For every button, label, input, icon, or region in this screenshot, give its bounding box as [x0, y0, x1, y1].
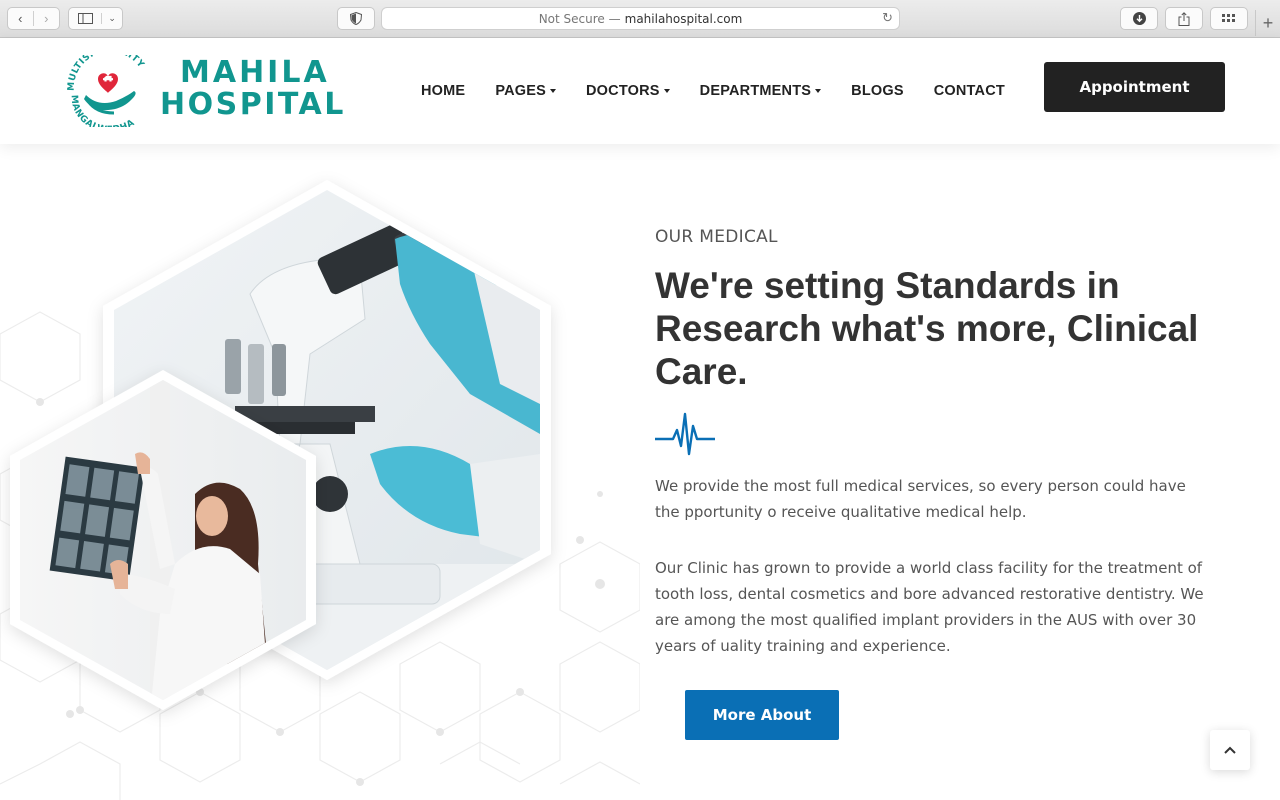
section-eyebrow: OUR MEDICAL [655, 227, 778, 247]
history-buttons: ‹ › [7, 7, 60, 30]
nav-blogs[interactable]: BLOGS [851, 83, 904, 99]
caret-down-icon [663, 89, 670, 93]
hospital-logo[interactable]: MULTISPECIALITY MANGALWEDHA MAHILA HOSPI… [66, 45, 356, 136]
security-label: Not Secure — [538, 11, 621, 26]
appointment-button[interactable]: Appointment [1044, 62, 1225, 112]
nav-doctors-label: DOCTORS [586, 83, 660, 99]
nav-home-label: HOME [421, 83, 466, 99]
download-icon[interactable] [1120, 7, 1158, 30]
sidebar-icon[interactable] [69, 13, 103, 24]
plus-icon[interactable]: + [1255, 10, 1280, 36]
url-domain: mahilahospital.com [624, 11, 743, 26]
share-icon[interactable] [1165, 7, 1203, 30]
intro-paragraph: We provide the most full medical service… [655, 477, 1186, 521]
site-header: MULTISPECIALITY MANGALWEDHA MAHILA HOSPI… [0, 38, 1280, 144]
nav-blogs-label: BLOGS [851, 83, 904, 99]
nav-pages[interactable]: PAGES [495, 83, 557, 99]
logo-line1: MAHILA [180, 55, 330, 90]
chevron-down-icon[interactable]: ⌄ [102, 13, 122, 24]
nav-home[interactable]: HOME [421, 83, 465, 99]
more-about-button[interactable]: More About [685, 690, 839, 740]
caret-down-icon [550, 89, 557, 93]
about-section: OUR MEDICAL We're setting Standards in R… [0, 144, 1280, 800]
heartbeat-icon [655, 412, 715, 456]
logo-emblem: MULTISPECIALITY MANGALWEDHA [67, 45, 146, 136]
reload-icon[interactable]: ↻ [882, 11, 893, 26]
section-headline: We're setting Standards in Research what… [655, 265, 1199, 392]
browser-toolbar: ‹ › ⌄ Not Secure — mahilahospital.com ↻ … [0, 0, 1280, 38]
clinic-paragraph: Our Clinic has grown to provide a world … [655, 559, 1204, 655]
caret-down-icon [815, 89, 822, 93]
logo-line2: HOSPITAL [160, 87, 346, 122]
scroll-to-top-button[interactable] [1210, 730, 1250, 770]
nav-contact[interactable]: CONTACT [934, 83, 1005, 99]
chevron-up-icon [1224, 746, 1236, 754]
medical-images [10, 180, 551, 710]
nav-contact-label: CONTACT [933, 83, 1005, 99]
logo-wordmark: MAHILA HOSPITAL [160, 57, 346, 121]
nav-departments[interactable]: DEPARTMENTS [700, 83, 822, 99]
nav-departments-label: DEPARTMENTS [699, 83, 812, 99]
forward-icon[interactable]: › [34, 11, 59, 26]
back-icon[interactable]: ‹ [8, 11, 34, 26]
sidebar-buttons: ⌄ [68, 7, 123, 30]
shield-icon[interactable] [337, 7, 375, 30]
tab-overview-icon[interactable] [1210, 7, 1248, 30]
nav-pages-label: PAGES [495, 83, 547, 99]
address-bar[interactable]: Not Secure — mahilahospital.com ↻ [381, 7, 900, 30]
main-nav: HOME PAGES DOCTORS DEPARTMENTS BLOGS CON… [421, 83, 1035, 99]
nav-doctors[interactable]: DOCTORS [586, 83, 670, 99]
